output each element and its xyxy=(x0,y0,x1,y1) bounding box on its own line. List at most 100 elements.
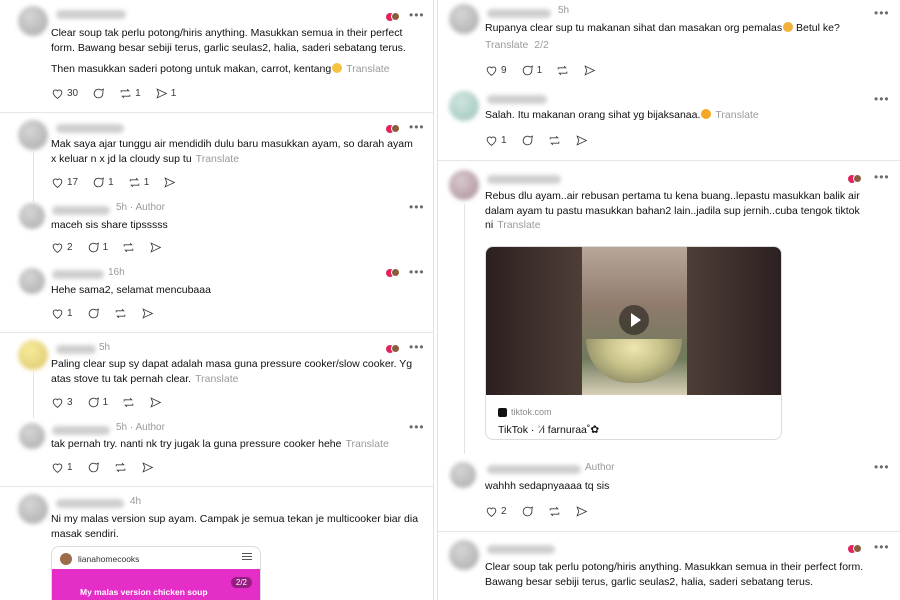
reply-button[interactable] xyxy=(92,87,105,100)
repost-button[interactable] xyxy=(556,64,569,77)
translate-link[interactable]: Translate xyxy=(485,39,528,51)
repost-button[interactable] xyxy=(548,505,561,518)
translate-link[interactable]: Translate xyxy=(196,153,239,165)
like-button[interactable]: 3 xyxy=(51,396,73,409)
heart-icon xyxy=(52,89,63,99)
translate-link[interactable]: Translate xyxy=(497,219,540,231)
repost-button[interactable]: 1 xyxy=(119,87,141,100)
avatar[interactable] xyxy=(450,462,476,488)
reply-button[interactable] xyxy=(87,461,100,474)
video-thumbnail[interactable] xyxy=(486,247,781,395)
like-button[interactable]: 30 xyxy=(51,87,78,100)
reply-button[interactable]: 1 xyxy=(87,396,108,409)
translate-link[interactable]: Translate xyxy=(346,63,389,75)
like-button[interactable]: 1 xyxy=(485,134,507,147)
more-icon[interactable]: ••• xyxy=(409,200,425,214)
more-icon[interactable]: ••• xyxy=(409,120,425,134)
avatar[interactable] xyxy=(19,423,45,449)
like-button[interactable]: 2 xyxy=(51,241,73,254)
more-icon[interactable]: ••• xyxy=(409,8,425,22)
like-button[interactable]: 9 xyxy=(485,64,507,77)
divider xyxy=(0,112,433,113)
repost-button[interactable]: 1 xyxy=(128,176,150,189)
more-icon[interactable]: ••• xyxy=(409,340,425,354)
post-actions: 1 xyxy=(51,461,168,474)
username-blurred[interactable] xyxy=(52,270,104,279)
username-blurred[interactable] xyxy=(56,124,124,133)
like-button[interactable]: 1 xyxy=(51,307,73,320)
share-button[interactable] xyxy=(141,461,154,474)
avatar[interactable] xyxy=(19,268,45,294)
more-icon[interactable]: ••• xyxy=(874,540,890,554)
avatar[interactable] xyxy=(449,4,479,34)
more-icon[interactable]: ••• xyxy=(409,420,425,434)
share-button[interactable] xyxy=(149,396,162,409)
post-actions: 30 1 1 xyxy=(51,87,190,100)
share-button[interactable] xyxy=(583,64,596,77)
repost-button[interactable] xyxy=(548,134,561,147)
like-button[interactable]: 2 xyxy=(485,505,507,518)
share-button[interactable] xyxy=(163,176,176,189)
username-blurred[interactable] xyxy=(487,9,551,18)
avatar[interactable] xyxy=(18,6,48,36)
repost-icon xyxy=(123,397,134,408)
like-button[interactable]: 1 xyxy=(51,461,73,474)
username-blurred[interactable] xyxy=(487,95,547,104)
username-blurred[interactable] xyxy=(487,545,555,554)
username-blurred[interactable] xyxy=(487,465,581,474)
reply-button[interactable]: 1 xyxy=(92,176,114,189)
username-blurred[interactable] xyxy=(56,10,126,19)
translate-link[interactable]: Translate xyxy=(195,373,238,385)
like-count: 1 xyxy=(501,135,507,146)
reply-button[interactable] xyxy=(521,134,534,147)
heart-icon xyxy=(52,463,63,473)
translate-link[interactable]: Translate xyxy=(715,109,758,121)
share-button[interactable] xyxy=(575,134,588,147)
username-blurred[interactable] xyxy=(56,345,96,354)
more-icon[interactable]: ••• xyxy=(409,265,425,279)
share-button[interactable] xyxy=(149,241,162,254)
username-blurred[interactable] xyxy=(52,426,110,435)
share-button[interactable]: 1 xyxy=(155,87,176,100)
more-icon[interactable]: ••• xyxy=(874,460,890,474)
avatar[interactable] xyxy=(18,340,48,370)
avatar[interactable] xyxy=(19,203,45,229)
reply-button[interactable] xyxy=(87,307,100,320)
avatar[interactable] xyxy=(18,494,48,524)
reply-count: 1 xyxy=(108,177,114,188)
divider xyxy=(0,332,433,333)
repost-button[interactable] xyxy=(122,241,135,254)
repost-icon xyxy=(549,506,559,517)
repost-button[interactable] xyxy=(122,396,135,409)
avatar[interactable] xyxy=(449,540,479,570)
menu-icon[interactable] xyxy=(242,553,252,562)
share-button[interactable] xyxy=(575,505,588,518)
repost-icon xyxy=(549,135,559,146)
reply-button[interactable] xyxy=(521,505,534,518)
more-icon[interactable]: ••• xyxy=(874,92,890,106)
repost-count: 1 xyxy=(143,177,150,188)
username-blurred[interactable] xyxy=(56,499,124,508)
post-actions: 9 1 xyxy=(485,64,610,77)
username-blurred[interactable] xyxy=(487,175,561,184)
like-button[interactable]: 17 xyxy=(51,176,78,189)
emoji-icon xyxy=(332,63,343,73)
avatar[interactable] xyxy=(449,170,479,200)
reply-button[interactable]: 1 xyxy=(87,241,108,254)
post-text: Mak saya ajar tunggu air mendidih dulu b… xyxy=(51,138,413,165)
share-button[interactable] xyxy=(141,307,154,320)
avatar[interactable] xyxy=(449,91,479,121)
reply-button[interactable]: 1 xyxy=(521,64,542,77)
more-icon[interactable]: ••• xyxy=(874,170,890,184)
repost-count: 1 xyxy=(135,88,141,99)
more-icon[interactable]: ••• xyxy=(874,6,890,20)
embedded-post-card[interactable]: lianahomecooks 2/2 My malas version chic… xyxy=(51,546,261,600)
avatar[interactable] xyxy=(18,120,48,150)
username-blurred[interactable] xyxy=(52,206,110,215)
translate-link[interactable]: Translate xyxy=(345,438,388,450)
play-icon[interactable] xyxy=(619,305,649,335)
repost-button[interactable] xyxy=(114,461,127,474)
page-indicator: 2/2 xyxy=(230,577,252,588)
tiktok-link-card[interactable]: tiktok.com TikTok · ʾ⁄i farnuraa˚✿ xyxy=(485,246,782,440)
repost-button[interactable] xyxy=(114,307,127,320)
